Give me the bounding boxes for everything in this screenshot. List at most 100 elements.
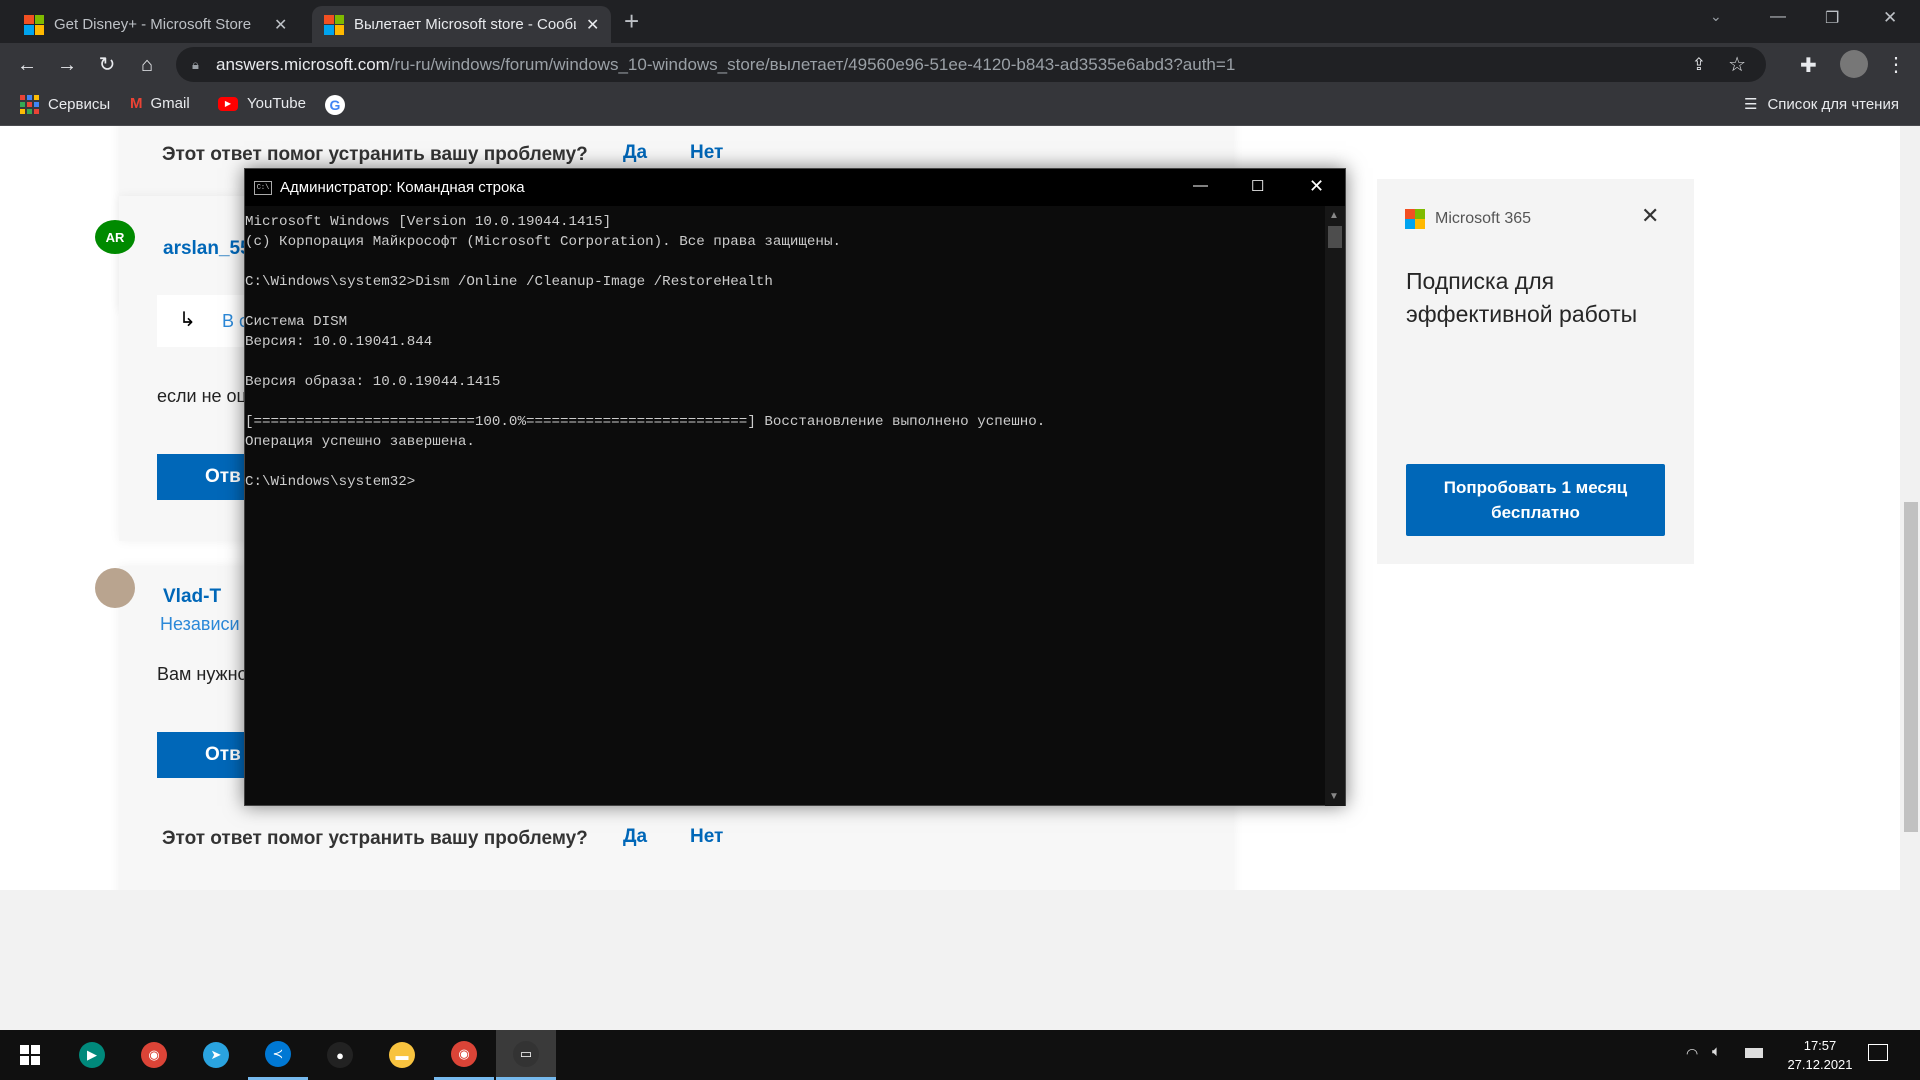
clock[interactable]: 17:57 27.12.2021 [1775,1036,1865,1074]
cmd-line: Microsoft Windows [Version 10.0.19044.14… [245,214,612,230]
reload-icon[interactable]: ↻ [93,51,121,79]
browser-toolbar: ← → ↻ ⌂ 🔒︎ answers.microsoft.com/ru-ru/w… [0,43,1920,86]
bookmark-google[interactable]: G [325,95,345,115]
reading-list-icon: ☰ [1744,96,1758,113]
reply-button[interactable]: Отв [157,454,257,500]
avatar[interactable]: AR [95,220,135,254]
author-name[interactable]: arslan_55 [163,238,251,260]
cmd-line: Версия образа: 10.0.19044.1415 [245,374,501,390]
taskbar-app[interactable]: ▬ [372,1030,432,1080]
apps-grid-icon [20,95,39,114]
cmd-close-button[interactable]: ✕ [1309,176,1324,197]
taskbar-app[interactable]: ◉ [434,1030,494,1080]
post-body: если не оц [157,386,247,406]
helpful-yes-link[interactable]: Да [623,826,647,848]
taskbar-app[interactable]: ➤ [186,1030,246,1080]
scrollbar-thumb[interactable] [1904,502,1918,832]
chrome-icon: ◉ [141,1042,167,1068]
menu-icon[interactable]: ⋮ [1886,52,1906,77]
bookmark-gmail[interactable]: M Gmail [130,95,190,112]
youtube-icon: ▶ [218,96,238,111]
taskbar-app[interactable]: ▭ [496,1030,556,1080]
forward-icon[interactable]: → [53,51,81,79]
ad-headline: Подписка для эффективной работы [1406,268,1638,327]
lock-icon[interactable]: 🔒︎ [192,57,199,73]
cmd-line: C:\Windows\system32> [245,474,416,490]
ad-cta-button[interactable]: Попробовать 1 месяц бесплатно [1406,464,1665,536]
address-bar[interactable]: 🔒︎ answers.microsoft.com/ru-ru/windows/f… [176,47,1766,82]
taskbar-app[interactable]: ≺ [248,1030,308,1080]
chrome-icon: ◉ [451,1040,477,1067]
cmd-output[interactable]: Microsoft Windows [Version 10.0.19044.14… [245,206,1325,806]
microsoft-logo-icon [324,14,344,35]
avatar[interactable] [95,568,135,608]
vscode-icon: ≺ [265,1040,291,1067]
quote-box: ↳ В с [157,295,257,347]
microsoft-logo-icon [1405,209,1425,229]
extensions-icon[interactable]: ✚ [1800,53,1817,78]
reading-list-button[interactable]: ☰ Список для чтения [1744,95,1899,114]
helpful-yes-link[interactable]: Да [623,142,647,164]
bookmarks-bar: Сервисы M Gmail ▶ YouTube G ☰ Список для… [0,86,1920,126]
cmd-line [245,452,1325,472]
cmd-titlebar[interactable]: C:\ Администратор: Командная строка — ☐ … [245,169,1345,206]
minimize-button[interactable]: — [1770,8,1786,26]
post-body: Вам нужно [157,664,248,684]
reply-arrow-icon: ↳ [179,309,196,331]
microsoft-logo-icon [24,14,44,35]
tab-get-disney[interactable]: Get Disney+ - Microsoft Store ✕ [12,6,299,43]
reply-button[interactable]: Отв [157,732,257,778]
cmd-line [245,292,1325,312]
author-name[interactable]: Vlad-T [163,586,221,608]
taskbar-app[interactable]: ◉ [124,1030,184,1080]
volume-icon[interactable]: 🔈︎ [1712,1043,1721,1060]
cmd-window[interactable]: C:\ Администратор: Командная строка — ☐ … [244,168,1346,806]
close-window-button[interactable]: ✕ [1883,8,1897,28]
cmd-scroll-thumb[interactable] [1328,226,1342,248]
helpful-question: Этот ответ помог устранить вашу проблему… [162,144,588,165]
cmd-line [245,352,1325,372]
taskbar-app[interactable]: ● [310,1030,370,1080]
gmail-icon: M [130,95,143,112]
ad-card: Microsoft 365 ✕ Подписка для эффективной… [1377,179,1694,564]
tab-search-icon[interactable]: ⌄ [1710,8,1722,25]
cmd-line: (c) Корпорация Майкрософт (Microsoft Cor… [245,234,841,250]
network-icon[interactable]: ◠ [1686,1045,1698,1062]
footer-area [0,890,1900,1030]
cmd-line [245,392,1325,412]
bookmark-youtube[interactable]: ▶ YouTube [218,95,306,112]
bookmark-services[interactable]: Сервисы [20,95,110,114]
tab-answers[interactable]: Вылетает Microsoft store - Сообщество ✕ [312,6,612,43]
cmd-scrollbar[interactable]: ▲ ▼ [1325,206,1345,806]
page-scrollbar[interactable] [1900,126,1920,1030]
google-icon: G [325,95,345,115]
cmd-maximize-button[interactable]: ☐ [1251,177,1264,195]
cmd-line: Версия: 10.0.19041.844 [245,334,433,350]
tab-bar: Get Disney+ - Microsoft Store ✕ Вылетает… [0,0,1920,43]
battery-icon[interactable] [1745,1048,1763,1058]
obs-icon: ● [327,1042,353,1068]
bookmark-star-icon[interactable]: ☆ [1728,52,1746,77]
close-tab-icon[interactable]: ✕ [586,15,599,35]
share-icon[interactable]: ⇪ [1692,55,1706,75]
helpful-no-link[interactable]: Нет [690,142,723,164]
terminal-icon: ▭ [513,1040,539,1067]
cmd-line: C:\Windows\system32>Dism /Online /Cleanu… [245,274,773,290]
back-icon[interactable]: ← [13,51,41,79]
cmd-minimize-button[interactable]: — [1193,177,1208,194]
home-icon[interactable]: ⌂ [133,51,161,79]
cmd-line: Система DISM [245,314,348,330]
notifications-icon[interactable] [1868,1044,1888,1061]
profile-avatar[interactable] [1840,50,1868,78]
close-ad-icon[interactable]: ✕ [1641,203,1659,229]
cmd-line [245,252,1325,272]
taskbar: ▶ ◉ ➤ ≺ ● ▬ ◉ ▭ ◠ 🔈︎ 17:57 27.12.2021 [0,1030,1920,1080]
cmd-line: [==========================100.0%=======… [245,414,1046,430]
restore-button[interactable]: ❐ [1825,8,1839,28]
taskbar-app[interactable]: ▶ [62,1030,122,1080]
start-button[interactable] [0,1030,60,1080]
author-role: Независи [160,614,240,634]
helpful-no-link[interactable]: Нет [690,826,723,848]
new-tab-button[interactable]: + [624,6,639,37]
close-tab-icon[interactable]: ✕ [274,15,287,35]
